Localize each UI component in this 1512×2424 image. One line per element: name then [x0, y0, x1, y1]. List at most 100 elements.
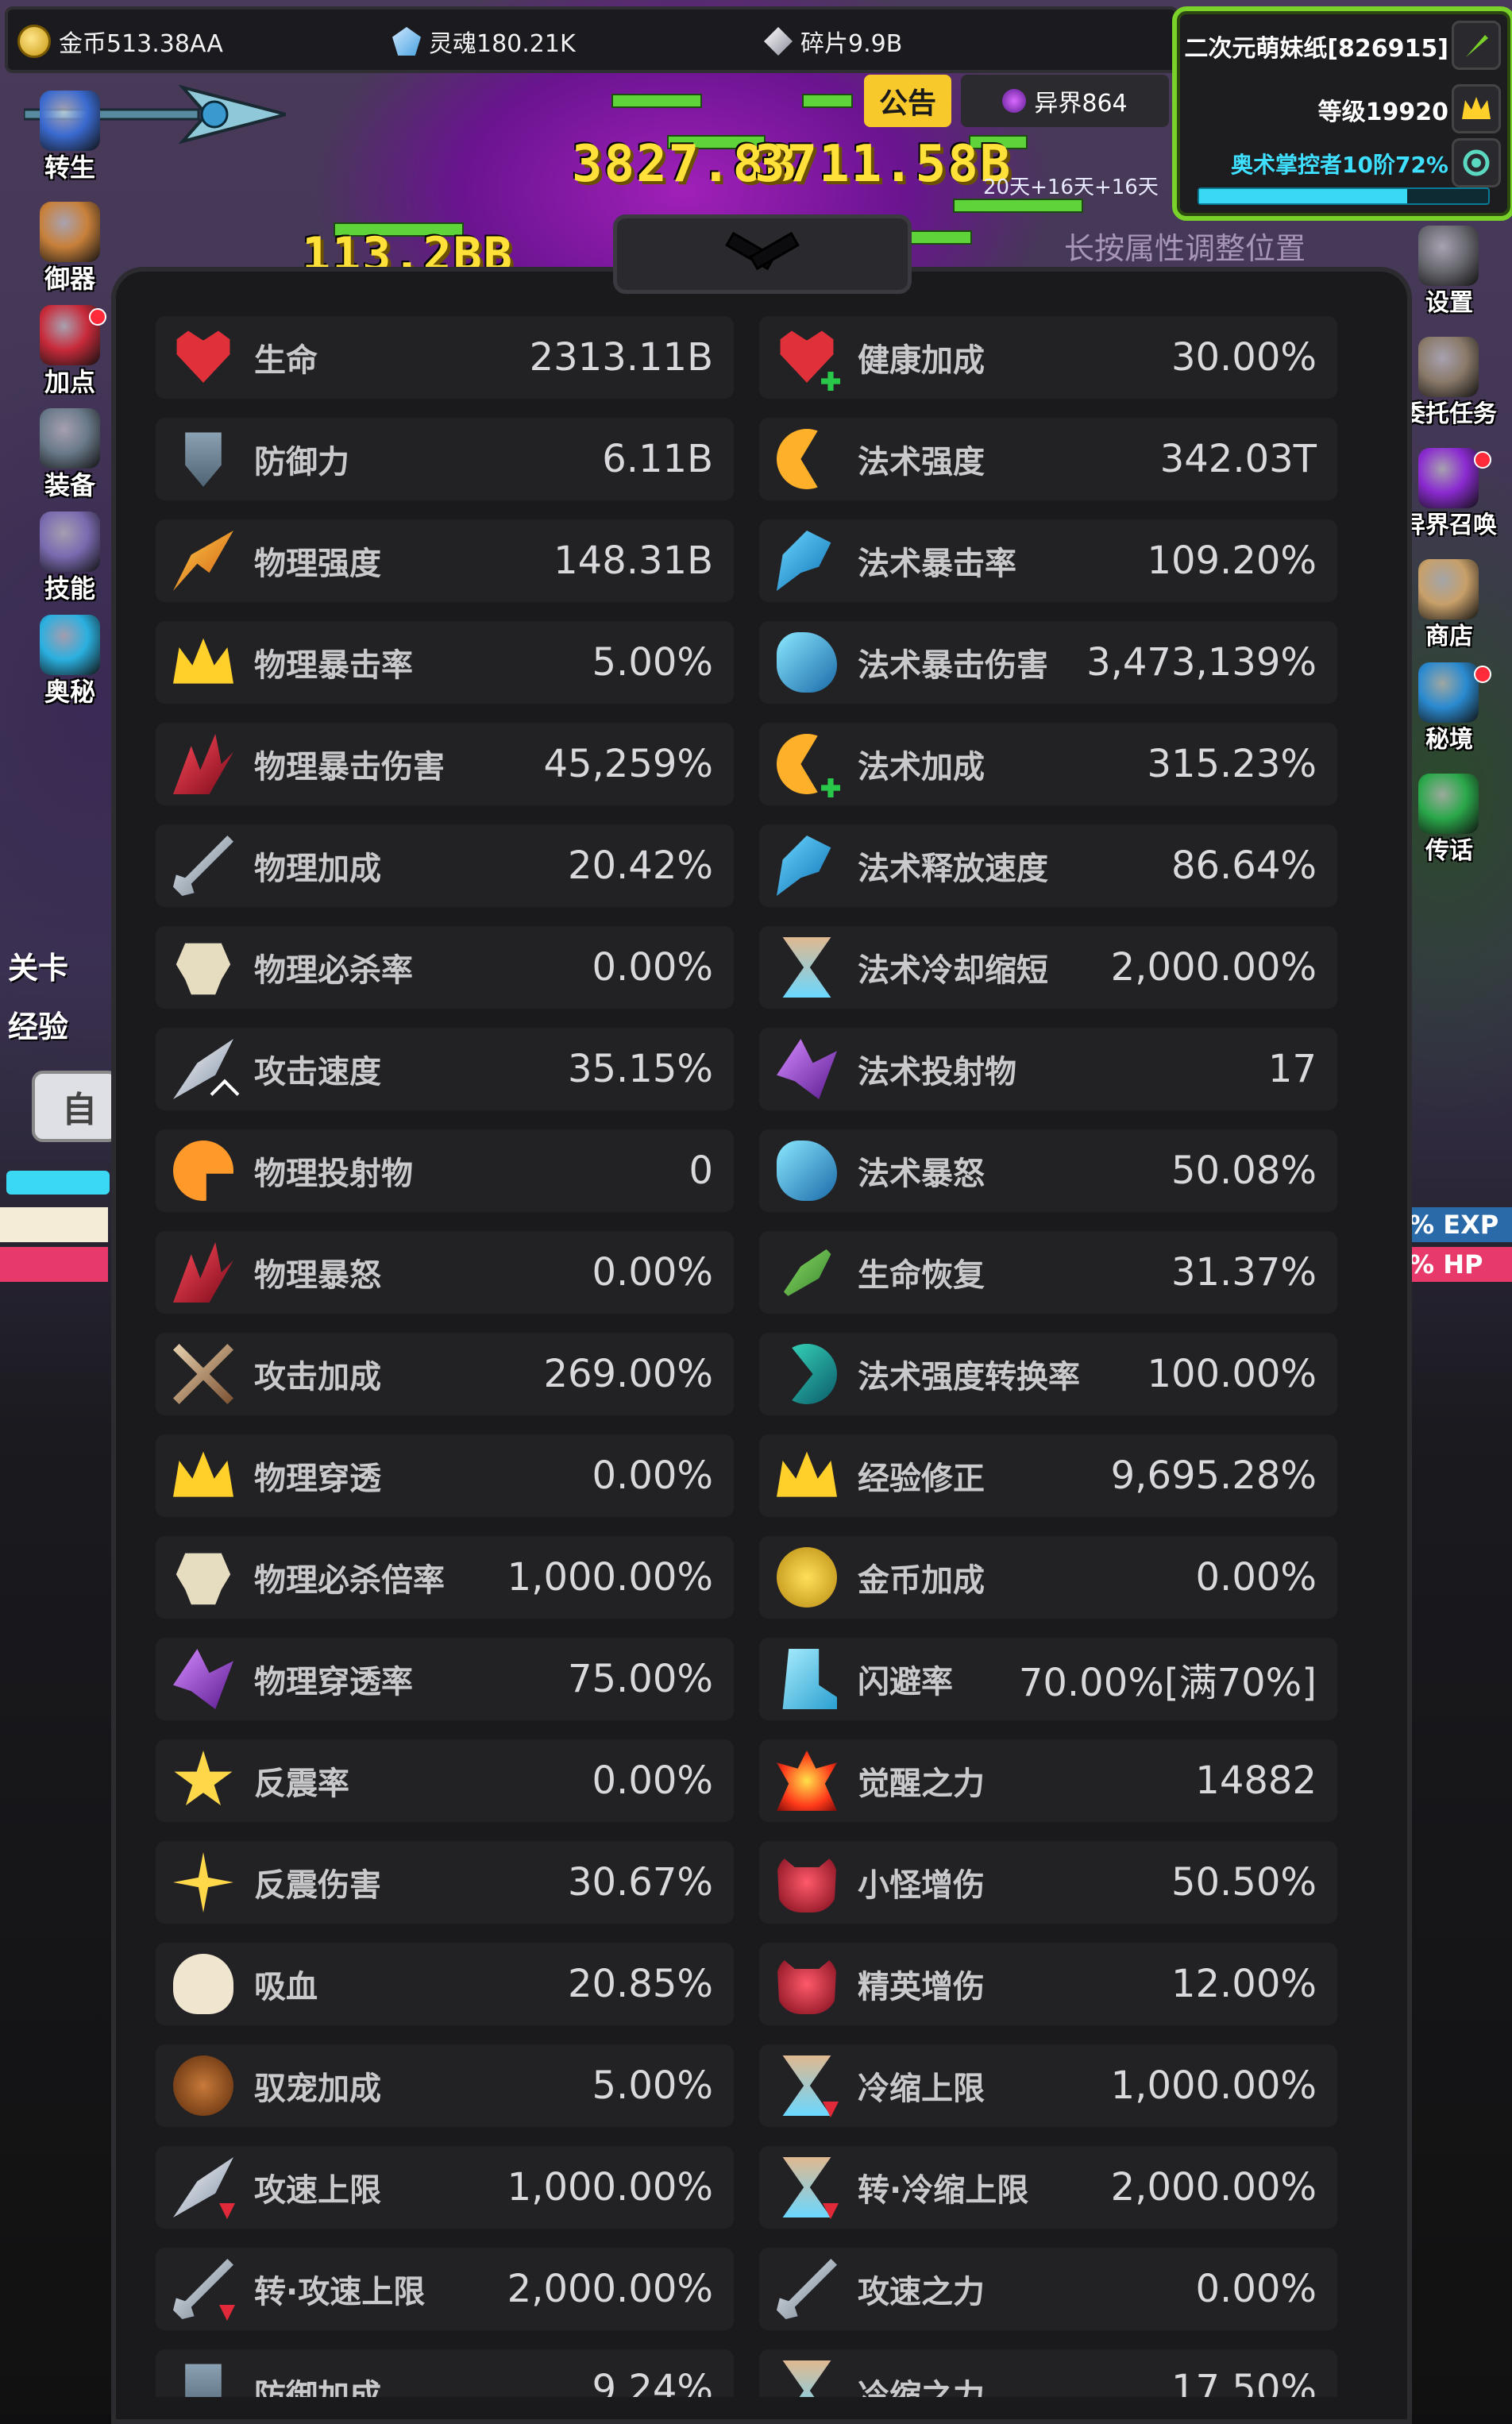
stat-value: 75.00% — [567, 1657, 713, 1701]
stat-hourglass-icon — [777, 937, 837, 998]
stat-row[interactable]: 小怪增伤 50.50% — [759, 1841, 1337, 1924]
stat-row[interactable]: 攻击加成 269.00% — [156, 1333, 734, 1415]
stat-label: 防御加成 — [254, 2378, 381, 2397]
other-world-button[interactable]: 异界864 — [961, 75, 1169, 127]
stat-row[interactable]: 物理暴击率 5.00% — [156, 621, 734, 704]
mystery-icon — [40, 615, 100, 675]
title-button[interactable] — [1452, 138, 1501, 187]
equipment-icon — [40, 408, 100, 469]
stat-row[interactable]: 物理强度 148.31B — [156, 519, 734, 602]
gold-amount: 金币513.38AA — [59, 30, 223, 58]
stat-blue-icon — [777, 632, 837, 693]
stat-row[interactable]: 生命 2313.11B — [156, 316, 734, 399]
stat-row[interactable]: 吸血 20.85% — [156, 1943, 734, 2025]
collapse-button[interactable] — [613, 214, 912, 294]
stat-row[interactable]: 物理投射物 0 — [156, 1129, 734, 1212]
stat-row[interactable]: 攻速之力 0.00% — [759, 2248, 1337, 2330]
quest-icon — [1418, 337, 1479, 397]
stat-row[interactable]: 法术暴击伤害 3,473,139% — [759, 621, 1337, 704]
player-level: 等级19920 — [1317, 98, 1448, 126]
stat-row[interactable]: 防御力 6.11B — [156, 418, 734, 500]
stat-row[interactable]: 冷缩上限 1,000.00% — [759, 2044, 1337, 2127]
stat-value: 30.67% — [567, 1860, 713, 1905]
stat-label: 金币加成 — [858, 1562, 985, 1599]
stat-row[interactable]: 金币加成 0.00% — [759, 1536, 1337, 1619]
stat-row[interactable]: 物理必杀倍率 1,000.00% — [156, 1536, 734, 1619]
stat-row[interactable]: 物理穿透 0.00% — [156, 1434, 734, 1517]
stat-row[interactable]: 驭宠加成 5.00% — [156, 2044, 734, 2127]
stat-crown-icon — [173, 632, 233, 693]
stat-row[interactable]: 物理穿透率 75.00% — [156, 1638, 734, 1720]
notice-button[interactable]: 公告 — [864, 75, 951, 127]
stat-label: 法术释放速度 — [858, 851, 1048, 887]
stat-row[interactable]: 物理暴怒 0.00% — [156, 1231, 734, 1314]
stat-heart-icon — [777, 327, 840, 391]
left-menu-item[interactable]: 加点 — [22, 302, 118, 397]
stat-value: 100.00% — [1147, 1352, 1317, 1396]
enemy-hp-bar — [802, 94, 853, 108]
title-progress-fill — [1199, 189, 1408, 203]
stat-row[interactable]: 物理加成 20.42% — [156, 824, 734, 907]
gear-icon — [1418, 226, 1479, 286]
left-menu-item[interactable]: 装备 — [22, 405, 118, 500]
stat-row[interactable]: 法术强度 342.03T — [759, 418, 1337, 500]
stat-row[interactable]: 防御加成 9.24% — [156, 2349, 734, 2397]
stat-value: 70.00%[满70%] — [1018, 1661, 1317, 1705]
stat-value: 30.00% — [1171, 335, 1317, 380]
notification-dot — [1474, 451, 1491, 469]
stat-row[interactable]: 觉醒之力 14882 — [759, 1739, 1337, 1822]
stat-cross-icon — [173, 1344, 233, 1404]
stat-row[interactable]: 生命恢复 31.37% — [759, 1231, 1337, 1314]
shard-amount: 碎片9.9B — [800, 30, 903, 58]
stat-row[interactable]: 法术加成 315.23% — [759, 723, 1337, 805]
stat-value: 9,695.28% — [1110, 1453, 1317, 1498]
stat-row[interactable]: 反震伤害 30.67% — [156, 1841, 734, 1924]
stat-row[interactable]: 冷缩之力 17.50% — [759, 2349, 1337, 2397]
stat-row[interactable]: 法术释放速度 86.64% — [759, 824, 1337, 907]
left-menu-item[interactable]: 技能 — [22, 508, 118, 604]
stat-row[interactable]: 法术暴怒 50.08% — [759, 1129, 1337, 1212]
exp-label: 经验 — [8, 1009, 69, 1044]
stat-label: 法术投射物 — [858, 1054, 1016, 1090]
title-progress-bar — [1198, 187, 1490, 205]
stat-claw-icon — [173, 734, 233, 794]
stat-row[interactable]: 精英增伤 12.00% — [759, 1943, 1337, 2025]
stat-row[interactable]: 法术强度转换率 100.00% — [759, 1333, 1337, 1415]
stat-value: 17 — [1267, 1047, 1317, 1091]
stat-row[interactable]: 攻速上限 1,000.00% — [156, 2146, 734, 2229]
stat-label: 防御力 — [254, 444, 349, 481]
left-menu-item[interactable]: 奥秘 — [22, 612, 118, 707]
auto-button[interactable]: 自 — [32, 1071, 119, 1142]
stat-row[interactable]: 法术暴击率 109.20% — [759, 519, 1337, 602]
stat-row[interactable]: 反震率 0.00% — [156, 1739, 734, 1822]
left-menu-label: 技能 — [44, 573, 95, 604]
stat-row[interactable]: 转·冷缩上限 2,000.00% — [759, 2146, 1337, 2229]
stat-row[interactable]: 法术冷却缩短 2,000.00% — [759, 926, 1337, 1009]
stat-label: 攻击速度 — [254, 1054, 381, 1090]
stat-value: 86.64% — [1171, 843, 1317, 888]
left-menu-item[interactable]: 转生 — [22, 87, 118, 183]
vip-button[interactable] — [1452, 84, 1501, 133]
stat-row[interactable]: 法术投射物 17 — [759, 1028, 1337, 1110]
stat-row[interactable]: 经验修正 9,695.28% — [759, 1434, 1337, 1517]
stat-row[interactable]: 物理必杀率 0.00% — [156, 926, 734, 1009]
resource-bar: 金币513.38AA 灵魂180.21K 碎片9.9B — [5, 6, 1178, 73]
stat-label: 物理暴击率 — [254, 647, 413, 684]
stat-label: 攻速上限 — [254, 2172, 381, 2209]
stats-grid: 生命 2313.11B 健康加成 30.00% 防御力 6.11B 法术强度 342.03T 物… — [156, 316, 1337, 2397]
left-menu-label: 装备 — [44, 470, 95, 500]
stat-row[interactable]: 转·攻速上限 2,000.00% — [156, 2248, 734, 2330]
damage-number: 3711.58B — [754, 135, 1012, 194]
left-menu-item[interactable]: 御器 — [22, 199, 118, 294]
soul-icon — [392, 27, 421, 56]
left-menu-label: 奥秘 — [44, 677, 95, 707]
stat-row[interactable]: 闪避率 70.00%[满70%] — [759, 1638, 1337, 1720]
enemy-hp-bar — [953, 199, 1083, 213]
player-title: 奥术掌控者10阶72% — [1231, 152, 1448, 178]
stat-row[interactable]: 攻击速度 35.15% — [156, 1028, 734, 1110]
profile-button[interactable] — [1452, 21, 1501, 70]
stat-row[interactable]: 健康加成 30.00% — [759, 316, 1337, 399]
exp-percent: % EXP — [1404, 1207, 1512, 1242]
stat-label: 法术加成 — [858, 749, 985, 785]
stat-row[interactable]: 物理暴击伤害 45,259% — [156, 723, 734, 805]
